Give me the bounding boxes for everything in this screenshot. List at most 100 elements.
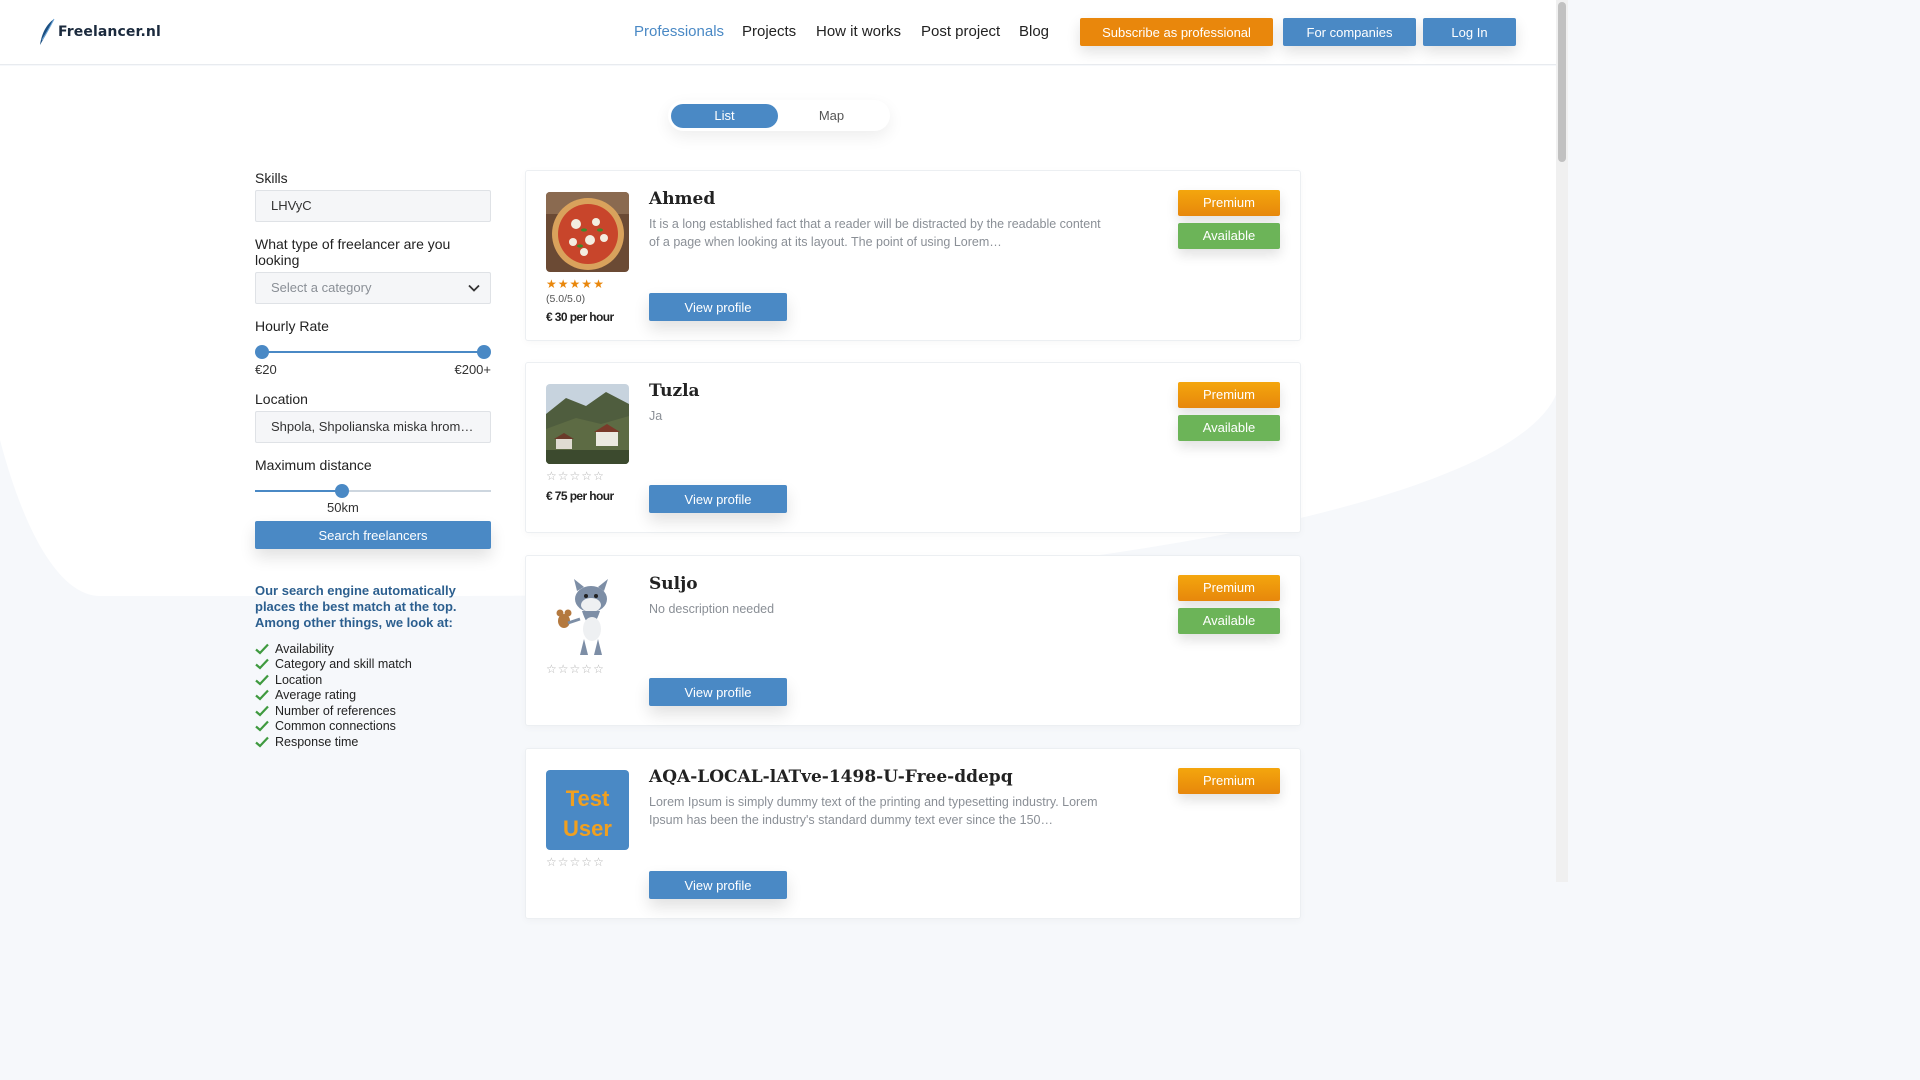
cartoon-cat-photo — [546, 577, 629, 657]
freelancer-card: Test User ☆ ☆ ☆ ☆ ☆ AQA-LOCAL-lATve-1498… — [525, 748, 1301, 919]
star-filled-icon: ★ — [581, 277, 593, 291]
hourly-rate-slider[interactable] — [255, 342, 491, 362]
star-empty-icon: ☆ — [546, 662, 557, 676]
search-criteria-list: Availability Category and skill match Lo… — [255, 641, 491, 750]
freelancer-description: It is a long established fact that a rea… — [649, 217, 1101, 249]
available-badge: Available — [1178, 608, 1280, 634]
view-toggle: List Map — [668, 100, 890, 131]
star-empty-icon: ☆ — [593, 662, 604, 676]
check-icon — [255, 720, 269, 732]
criteria-item: Response time — [255, 734, 491, 750]
star-empty-icon: ☆ — [593, 855, 604, 869]
rate-min-handle[interactable] — [255, 345, 269, 359]
freelancer-name[interactable]: Ahmed — [649, 189, 715, 209]
test-photo-text-top: Test — [565, 786, 610, 811]
star-empty-icon: ☆ — [593, 469, 604, 483]
freelancer-name[interactable]: AQA-LOCAL-lATve-1498-U-Free-ddepq — [649, 767, 1013, 787]
rating-stars: ☆ ☆ ☆ ☆ ☆ — [546, 470, 604, 482]
toggle-list[interactable]: List — [671, 104, 778, 128]
hourly-price: € 30 per hour — [546, 310, 614, 324]
distance-fill — [255, 490, 342, 492]
star-empty-icon: ☆ — [557, 855, 569, 869]
freelancer-description: Ja — [649, 409, 663, 423]
rate-max-handle[interactable] — [477, 345, 491, 359]
freelancer-name[interactable]: Suljo — [649, 574, 698, 594]
hourly-rate-label: Hourly Rate — [255, 318, 329, 334]
star-filled-icon: ★ — [593, 277, 604, 291]
nav-projects[interactable]: Projects — [742, 23, 796, 40]
star-empty-icon: ☆ — [546, 855, 557, 869]
check-icon — [255, 658, 269, 670]
test-photo-text-bottom: User — [563, 816, 612, 841]
location-input[interactable]: Shpola, Shpolianska miska hromada — [255, 411, 491, 443]
page-scrollbar[interactable] — [1556, 0, 1568, 882]
view-profile-button[interactable]: View profile — [649, 678, 787, 706]
view-profile-button[interactable]: View profile — [649, 293, 787, 321]
pizza-photo — [546, 192, 629, 272]
chevron-down-icon — [468, 284, 480, 292]
location-label: Location — [255, 391, 308, 407]
rate-max-value: €200+ — [454, 362, 491, 377]
rate-labels: €20 €200+ — [255, 362, 491, 377]
for-companies-button[interactable]: For companies — [1283, 18, 1416, 46]
rate-min-value: €20 — [255, 362, 277, 377]
rating-text: (5.0/5.0) — [546, 293, 586, 305]
landscape-photo — [546, 384, 629, 464]
search-freelancers-button[interactable]: Search freelancers — [255, 521, 491, 549]
star-filled-icon: ★ — [569, 277, 581, 291]
distance-value: 50km — [327, 500, 359, 515]
filter-sidebar: Skills LHVyC What type of freelancer are… — [255, 170, 491, 750]
feather-logo-icon — [40, 18, 55, 45]
freelancer-card: ☆ ☆ ☆ ☆ ☆ € 75 per hour Tuzla Ja View pr… — [525, 362, 1301, 533]
star-filled-icon: ★ — [546, 277, 557, 291]
login-button[interactable]: Log In — [1423, 18, 1516, 46]
check-icon — [255, 705, 269, 717]
nav-professionals[interactable]: Professionals — [634, 23, 724, 40]
criteria-item: Common connections — [255, 719, 491, 735]
check-icon — [255, 674, 269, 686]
scrollbar-thumb[interactable] — [1558, 2, 1566, 162]
test-user-photo: Test User — [546, 770, 629, 850]
check-icon — [255, 689, 269, 701]
rate-fill — [261, 351, 485, 353]
logo[interactable]: Freelancer.nl — [38, 18, 161, 46]
criteria-item: Number of references — [255, 703, 491, 719]
nav-blog[interactable]: Blog — [1019, 23, 1049, 40]
category-select[interactable]: Select a category — [255, 272, 491, 304]
star-empty-icon: ☆ — [546, 469, 557, 483]
rating-stars: ★ ★ ★ ★ ★ — [546, 278, 604, 290]
freelancer-name[interactable]: Tuzla — [649, 381, 700, 401]
category-label: What type of freelancer are you looking — [255, 236, 451, 268]
check-icon — [255, 643, 269, 655]
freelancer-description: Lorem Ipsum is simply dummy text of the … — [649, 795, 1098, 827]
subscribe-professional-button[interactable]: Subscribe as professional — [1080, 18, 1273, 46]
star-empty-icon: ☆ — [557, 662, 569, 676]
view-profile-button[interactable]: View profile — [649, 871, 787, 899]
freelancer-card: ★ ★ ★ ★ ★ (5.0/5.0) € 30 per hour Ahmed … — [525, 170, 1301, 341]
star-empty-icon: ☆ — [569, 469, 581, 483]
view-profile-button[interactable]: View profile — [649, 485, 787, 513]
premium-badge: Premium — [1178, 382, 1280, 408]
star-empty-icon: ☆ — [557, 469, 569, 483]
skills-label: Skills — [255, 170, 288, 186]
nav-how-it-works[interactable]: How it works — [816, 23, 901, 40]
star-empty-icon: ☆ — [569, 662, 581, 676]
rating-stars: ☆ ☆ ☆ ☆ ☆ — [546, 663, 604, 675]
distance-slider[interactable] — [255, 481, 491, 501]
distance-handle[interactable] — [335, 484, 349, 498]
nav-post-project[interactable]: Post project — [921, 23, 1000, 40]
star-empty-icon: ☆ — [581, 855, 593, 869]
skills-input[interactable]: LHVyC — [255, 190, 491, 222]
available-badge: Available — [1178, 223, 1280, 249]
rating-stars: ☆ ☆ ☆ ☆ ☆ — [546, 856, 604, 868]
star-filled-icon: ★ — [557, 277, 569, 291]
distance-label: Maximum distance — [255, 457, 372, 473]
top-navigation-bar: Freelancer.nl Professionals Projects How… — [0, 0, 1556, 65]
toggle-map[interactable]: Map — [778, 104, 885, 128]
criteria-item: Location — [255, 672, 491, 688]
star-empty-icon: ☆ — [581, 469, 593, 483]
criteria-item: Average rating — [255, 688, 491, 704]
criteria-item: Category and skill match — [255, 657, 491, 673]
category-placeholder: Select a category — [271, 280, 372, 295]
criteria-item: Availability — [255, 641, 491, 657]
